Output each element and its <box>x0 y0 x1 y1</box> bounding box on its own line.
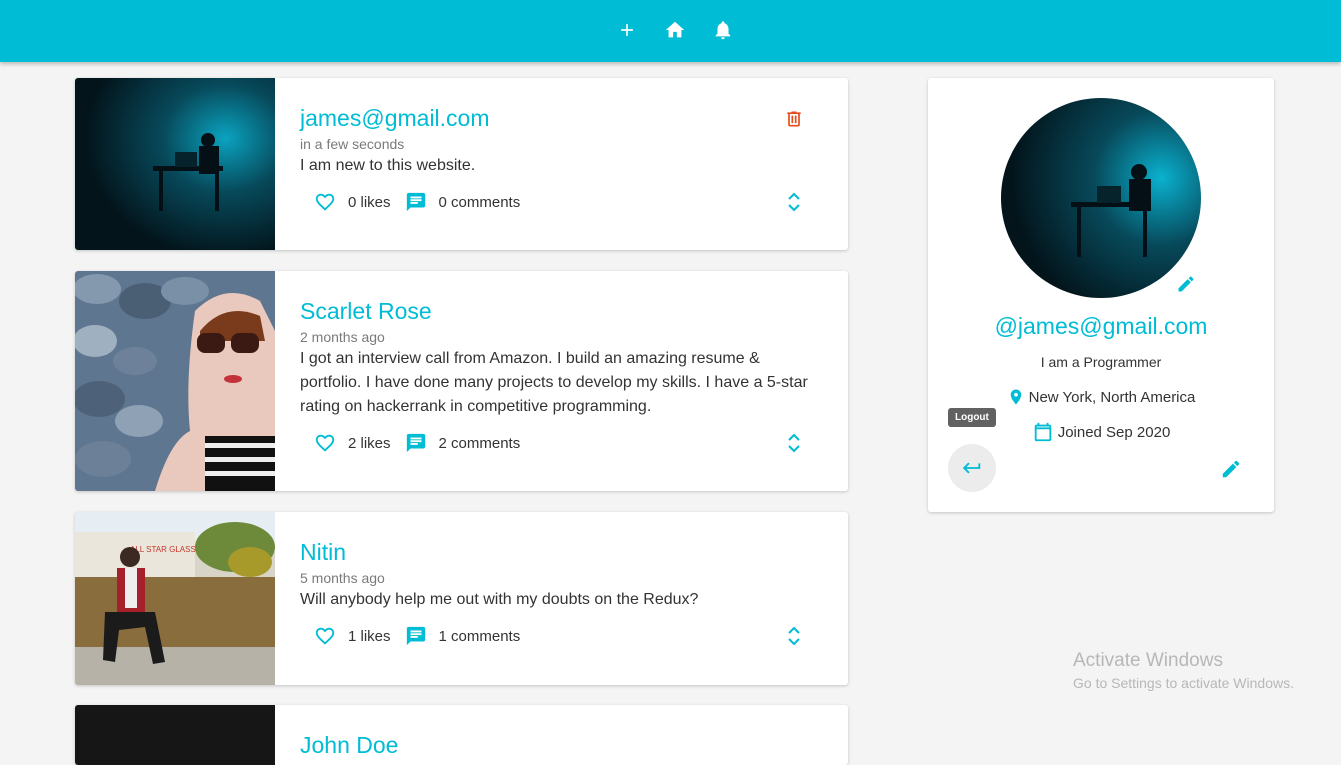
post-actions: 0 likes 0 comments <box>312 189 532 215</box>
post-timestamp: 5 months ago <box>300 570 385 586</box>
svg-text:ALL STAR GLASS: ALL STAR GLASS <box>130 545 196 554</box>
comment-icon[interactable] <box>403 623 429 649</box>
likes-count: 0 likes <box>348 193 391 211</box>
like-heart-icon[interactable] <box>312 430 338 456</box>
post-card: John Doe <box>75 705 848 765</box>
comments-count: 2 comments <box>438 434 521 452</box>
post-actions: 1 likes 1 comments <box>312 623 532 649</box>
post-card: ALL STAR GLASS Nitin 5 months ago Will a… <box>75 512 848 685</box>
post-image <box>75 705 275 765</box>
likes-count: 1 likes <box>348 627 391 645</box>
post-card: james@gmail.com in a few seconds I am ne… <box>75 78 848 250</box>
expand-icon[interactable] <box>782 430 806 456</box>
location-pin-icon <box>1007 387 1025 407</box>
profile-avatar <box>1001 98 1201 298</box>
post-image <box>75 78 275 250</box>
location-text: New York, North America <box>1028 388 1196 406</box>
comment-icon[interactable] <box>403 430 429 456</box>
post-author-link[interactable]: Nitin <box>300 539 346 566</box>
post-text: I got an interview call from Amazon. I b… <box>300 350 808 415</box>
profile-bio: I am a Programmer <box>1040 354 1162 370</box>
post-author-link[interactable]: Scarlet Rose <box>300 298 432 325</box>
post-text: I am new to this website. <box>300 157 476 174</box>
post-card: Scarlet Rose 2 months ago I got an inter… <box>75 271 848 491</box>
post-actions: 2 likes 2 comments <box>312 430 532 456</box>
post-author-link[interactable]: james@gmail.com <box>300 105 490 132</box>
profile-card: @james@gmail.com I am a Programmer New Y… <box>928 78 1274 512</box>
windows-activation-watermark: Activate Windows Go to Settings to activ… <box>1073 650 1294 691</box>
home-icon[interactable] <box>660 15 690 45</box>
comments-count: 0 comments <box>438 193 521 211</box>
edit-profile-icon[interactable] <box>1218 456 1244 482</box>
post-timestamp: 2 months ago <box>300 329 385 345</box>
profile-handle: @james@gmail.com <box>994 313 1208 339</box>
likes-count: 2 likes <box>348 434 391 452</box>
calendar-icon <box>1032 421 1054 443</box>
plus-icon[interactable] <box>612 15 642 45</box>
joined-text: Joined Sep 2020 <box>1057 423 1171 441</box>
post-image <box>75 271 275 491</box>
logout-button[interactable] <box>948 444 996 492</box>
bell-icon[interactable] <box>708 15 738 45</box>
expand-icon[interactable] <box>782 623 806 649</box>
watermark-title: Activate Windows <box>1073 650 1223 671</box>
post-image: ALL STAR GLASS <box>75 512 275 685</box>
top-app-bar <box>0 0 1341 62</box>
post-text: Will anybody help me out with my doubts … <box>300 591 699 608</box>
like-heart-icon[interactable] <box>312 189 338 215</box>
comment-icon[interactable] <box>403 189 429 215</box>
post-timestamp: in a few seconds <box>300 136 405 152</box>
comments-count: 1 comments <box>438 627 521 645</box>
logout-tooltip: Logout <box>948 408 996 427</box>
expand-icon[interactable] <box>782 189 806 215</box>
return-arrow-icon <box>962 462 981 474</box>
edit-avatar-icon[interactable] <box>1174 272 1198 296</box>
post-author-link[interactable]: John Doe <box>300 732 398 759</box>
like-heart-icon[interactable] <box>312 623 338 649</box>
watermark-subtitle: Go to Settings to activate Windows. <box>1073 675 1294 691</box>
profile-location: New York, North America <box>928 387 1274 407</box>
delete-icon[interactable] <box>782 106 806 132</box>
